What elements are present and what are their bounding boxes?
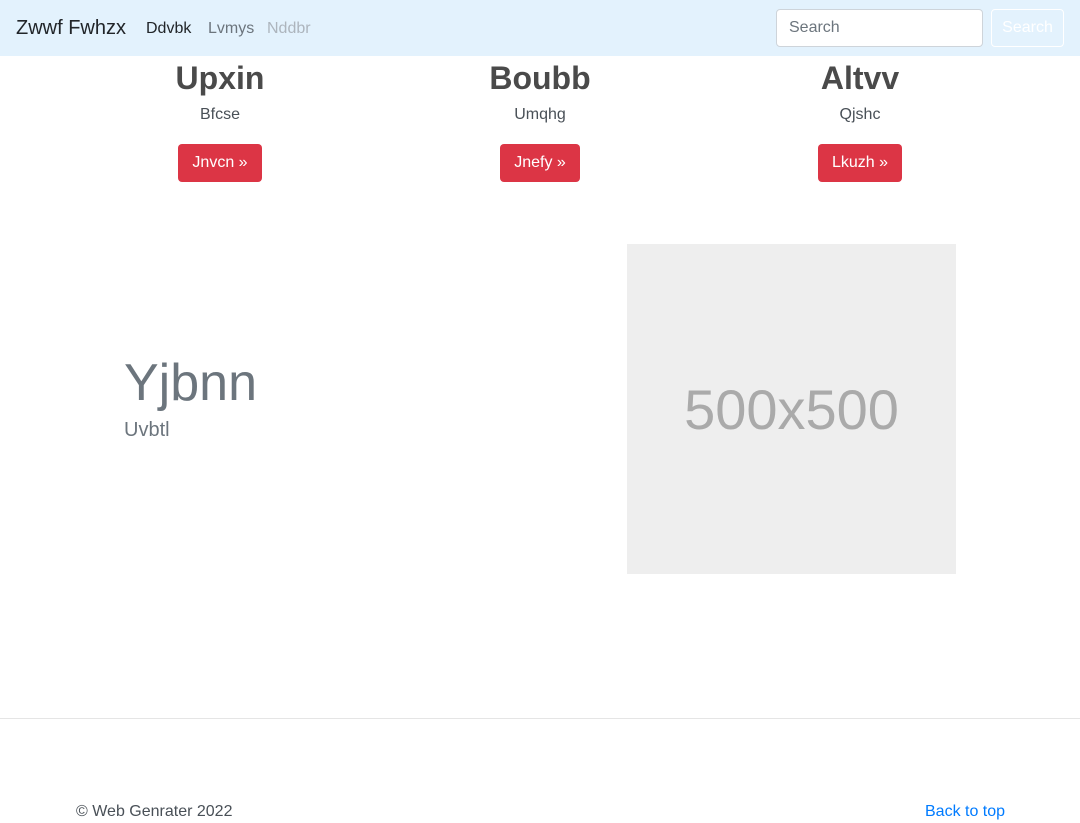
hero-title: Yjbnn xyxy=(124,354,257,412)
top-navbar: Zwwf Fwhzx Ddvbk Lvmys Nddbr Search xyxy=(0,0,1080,56)
search-input[interactable] xyxy=(776,9,983,47)
feature-title: Boubb xyxy=(489,60,591,96)
feature-title: Upxin xyxy=(175,60,265,96)
navbar-brand[interactable]: Zwwf Fwhzx xyxy=(16,16,126,40)
footer-divider xyxy=(0,718,1080,719)
feature-column-1: Upxin Bfcse Jnvcn » xyxy=(90,56,350,182)
feature-button-jnefy[interactable]: Jnefy » xyxy=(500,144,580,182)
feature-button-jnvcn[interactable]: Jnvcn » xyxy=(178,144,262,182)
placeholder-image-label: 500x500 xyxy=(684,377,899,441)
feature-button-lkuzh[interactable]: Lkuzh » xyxy=(817,144,903,182)
feature-text: Bfcse xyxy=(199,106,240,123)
copyright-text: © Web Genrater 2022 xyxy=(76,803,233,820)
feature-column-3: Altvv Qjshc Lkuzh » xyxy=(730,56,990,182)
placeholder-image: 500x500 xyxy=(627,244,956,574)
feature-column-2: Boubb Umqhg Jnefy » xyxy=(410,56,670,182)
back-to-top-link[interactable]: Back to top xyxy=(925,802,1005,822)
nav-link-nddbr-disabled: Nddbr xyxy=(267,20,311,37)
nav-link-lvmys[interactable]: Lvmys xyxy=(208,19,254,39)
hero-subtitle: Uvbtl xyxy=(124,419,170,441)
search-button[interactable]: Search xyxy=(991,9,1064,47)
feature-text: Qjshc xyxy=(839,106,881,123)
feature-text: Umqhg xyxy=(514,106,566,123)
nav-link-ddvbk[interactable]: Ddvbk xyxy=(146,19,191,39)
feature-title: Altvv xyxy=(820,60,900,96)
